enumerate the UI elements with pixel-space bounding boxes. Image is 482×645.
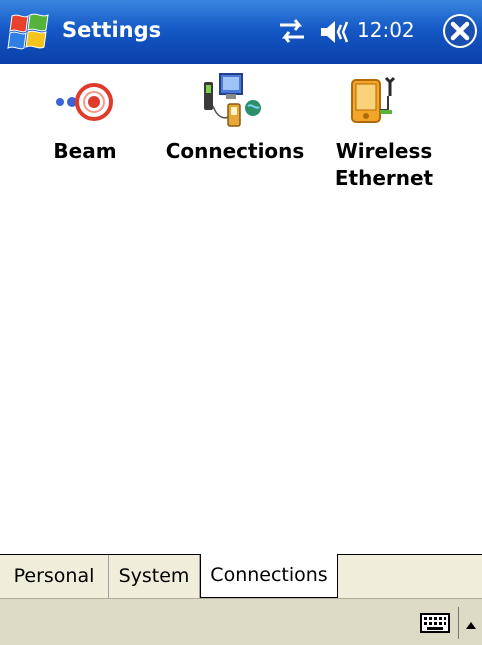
beam-item[interactable]: Beam bbox=[40, 70, 130, 180]
sip-arrow-icon[interactable] bbox=[464, 616, 478, 629]
wireless-ethernet-item[interactable]: Wireless Ethernet bbox=[326, 66, 442, 196]
sip-divider bbox=[458, 607, 459, 639]
tab-personal[interactable]: Personal bbox=[0, 555, 109, 598]
tab-system[interactable]: System bbox=[109, 555, 200, 598]
beam-label: Beam bbox=[53, 139, 117, 163]
ethernet-label-line2: Ethernet bbox=[334, 166, 434, 190]
wireless-label-line1: Wireless bbox=[335, 139, 433, 163]
wireless-ethernet-icon bbox=[346, 66, 416, 136]
connections-label: Connections bbox=[165, 139, 305, 163]
beam-icon bbox=[50, 72, 120, 142]
tab-connections[interactable]: Connections bbox=[200, 554, 338, 598]
speaker-icon[interactable] bbox=[319, 18, 351, 46]
screen: Settings 12:02 Beam Connections Wireless… bbox=[0, 0, 482, 645]
title-bar: Settings 12:02 bbox=[0, 0, 482, 64]
connections-item[interactable]: Connections bbox=[160, 70, 310, 180]
keyboard-icon[interactable] bbox=[420, 613, 450, 633]
page-title: Settings bbox=[62, 18, 162, 42]
tab-strip: Personal System Connections bbox=[0, 554, 482, 599]
windows-flag-icon[interactable] bbox=[6, 10, 52, 54]
close-icon bbox=[445, 16, 475, 46]
clock[interactable]: 12:02 bbox=[357, 16, 415, 44]
connections-icon bbox=[198, 70, 268, 140]
close-button[interactable] bbox=[443, 14, 477, 48]
connectivity-arrows-icon[interactable] bbox=[277, 16, 307, 46]
command-bar bbox=[0, 598, 482, 645]
